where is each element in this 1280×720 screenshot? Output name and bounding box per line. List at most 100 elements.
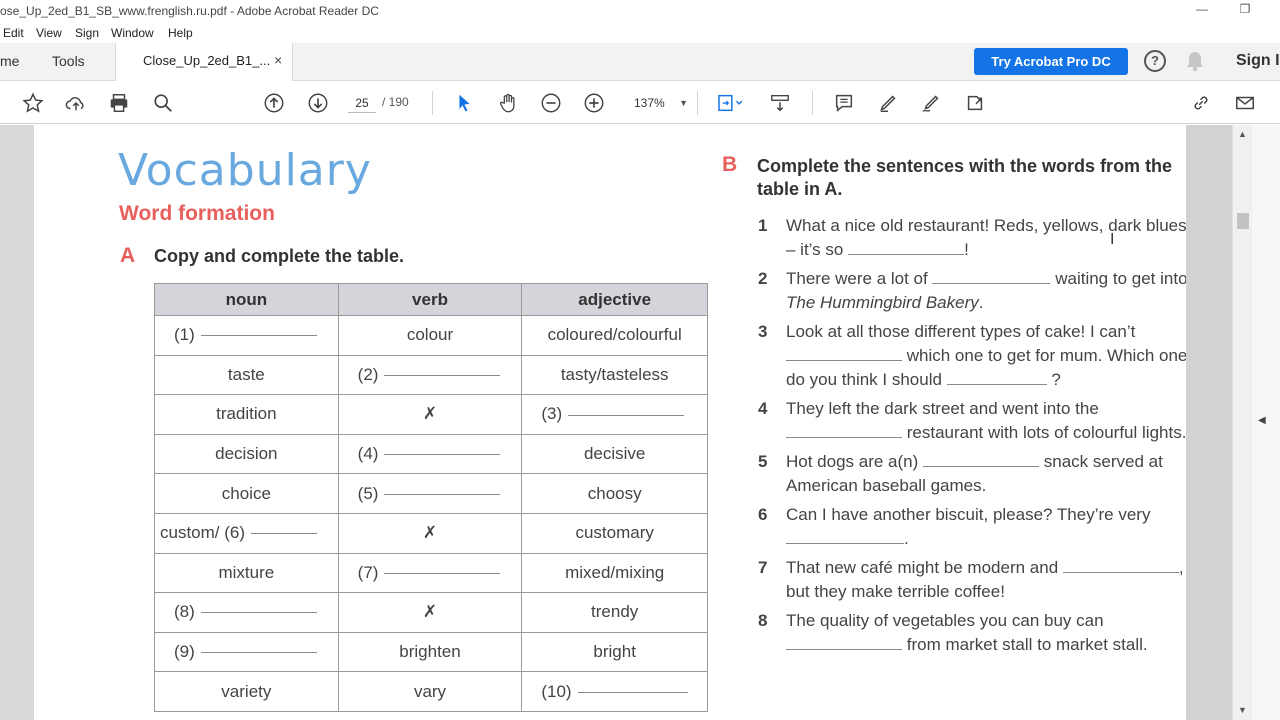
menu-help[interactable]: Help (168, 26, 193, 40)
pdf-page[interactable]: Vocabulary Word formation A Copy and com… (34, 125, 1186, 720)
table-cell: decision (154, 433, 339, 475)
list-item: 4 They left the dark street and went int… (758, 399, 1186, 442)
table-cell: taste (154, 354, 339, 396)
section-b-letter: B (722, 153, 738, 176)
scroll-down-icon[interactable]: ▼ (1238, 705, 1247, 715)
scroll-mode-icon[interactable] (767, 90, 793, 116)
zoom-out-icon[interactable] (538, 90, 564, 116)
table-row: (9) brighten bright (154, 631, 708, 673)
table-row: (1) colour coloured/colourful (154, 315, 708, 356)
minimize-button[interactable]: — (1192, 2, 1212, 16)
menu-view[interactable]: View (36, 26, 62, 40)
table-cell: (9) (154, 631, 339, 673)
table-cell: decisive (521, 433, 708, 475)
toolbar: 25 / 190 137% ▼ (0, 81, 1280, 124)
try-acrobat-pro-button[interactable]: Try Acrobat Pro DC (974, 48, 1128, 75)
sentence-list: 1 What a nice old restaurant! Reds, yell… (752, 214, 1186, 662)
link-icon[interactable] (1188, 90, 1214, 116)
table-row: choice (5) choosy (154, 473, 708, 514)
table-cell: customary (521, 512, 708, 554)
table-header: verb (337, 283, 523, 316)
table-row: taste (2) tasty/tasteless (154, 354, 708, 396)
table-cell: vary (337, 671, 523, 712)
bookmark-star-icon[interactable] (20, 90, 46, 116)
table-cell: (10) (521, 671, 708, 712)
table-cell: choice (154, 473, 339, 514)
table-cell: mixed/mixing (521, 552, 708, 594)
tab-bar: me Tools Close_Up_2ed_B1_... × Try Acrob… (0, 43, 1280, 81)
table-cell: ✗ (337, 592, 523, 633)
close-tab-icon[interactable]: × (274, 52, 282, 68)
table-cell: colour (337, 315, 523, 356)
list-item: 8 The quality of vegetables you can buy … (758, 611, 1148, 654)
list-item: 3 Look at all those different types of c… (758, 322, 1186, 389)
title-bar: ose_Up_2ed_B1_SB_www.frenglish.ru.pdf - … (0, 0, 1280, 23)
document-area[interactable]: Vocabulary Word formation A Copy and com… (0, 125, 1280, 720)
email-icon[interactable] (1232, 90, 1258, 116)
table-cell: (2) (337, 354, 523, 396)
notification-bell-icon[interactable] (1184, 49, 1206, 73)
menu-sign[interactable]: Sign (75, 26, 99, 40)
help-icon[interactable]: ? (1144, 50, 1166, 72)
restore-button[interactable]: ❐ (1235, 2, 1255, 16)
table-cell: variety (154, 671, 339, 712)
page-gutter (1186, 125, 1232, 720)
print-icon[interactable] (106, 90, 132, 116)
tab-home[interactable]: me (0, 53, 19, 69)
table-row: (8) ✗ trendy (154, 592, 708, 633)
toolbar-divider (697, 91, 698, 115)
menu-edit[interactable]: Edit (3, 26, 24, 40)
scroll-thumb[interactable] (1237, 213, 1249, 229)
table-header: noun (154, 283, 339, 316)
page-subtitle: Word formation (119, 202, 275, 225)
table-cell: tasty/tasteless (521, 354, 708, 396)
draw-sign-icon[interactable] (918, 90, 944, 116)
table-cell: (4) (337, 433, 523, 475)
tab-document-label: Close_Up_2ed_B1_... (143, 53, 271, 68)
toolbar-divider (812, 91, 813, 115)
table-row: mixture (7) mixed/mixing (154, 552, 708, 594)
collapse-arrow-icon[interactable]: ◀ (1258, 415, 1266, 426)
right-pane-toggle[interactable]: ◀ (1252, 125, 1280, 720)
vertical-scrollbar[interactable]: ▲ ▼ (1232, 125, 1252, 720)
comment-icon[interactable] (831, 90, 857, 116)
window-title: ose_Up_2ed_B1_SB_www.frenglish.ru.pdf - … (0, 4, 379, 18)
tab-tools[interactable]: Tools (52, 53, 85, 69)
list-item: 7 That new café might be modern and , bu… (758, 558, 1184, 601)
list-item: 6 Can I have another biscuit, please? Th… (758, 505, 1151, 548)
menu-bar: Edit View Sign Window Help (0, 23, 1280, 43)
menu-window[interactable]: Window (111, 26, 154, 40)
page-number-input[interactable]: 25 (348, 93, 376, 113)
sign-in-link[interactable]: Sign I (1236, 52, 1280, 70)
list-item: 2 There were a lot of waiting to get int… (758, 269, 1186, 312)
section-a-letter: A (120, 244, 136, 267)
table-cell: ✗ (337, 394, 523, 435)
table-row: custom/ (6) ✗ customary (154, 512, 708, 554)
page-total: / 190 (382, 95, 409, 109)
upload-cloud-icon[interactable] (63, 90, 89, 116)
toolbar-divider (432, 91, 433, 115)
scroll-up-icon[interactable]: ▲ (1238, 129, 1247, 139)
next-page-icon[interactable] (305, 90, 331, 116)
table-cell: bright (521, 631, 708, 673)
search-icon[interactable] (150, 90, 176, 116)
share-edit-icon[interactable] (962, 90, 988, 116)
table-cell: tradition (154, 394, 339, 435)
previous-page-icon[interactable] (261, 90, 287, 116)
hand-tool-icon[interactable] (495, 90, 521, 116)
table-cell: ✗ (337, 512, 523, 554)
table-cell: custom/ (6) (154, 512, 339, 554)
text-cursor-icon: I (1110, 231, 1115, 248)
highlight-pen-icon[interactable] (875, 90, 901, 116)
zoom-in-icon[interactable] (581, 90, 607, 116)
zoom-select[interactable]: 137% ▼ (628, 93, 690, 113)
word-formation-table: noun verb adjective (1) colour coloured/… (154, 283, 708, 712)
select-cursor-icon[interactable] (451, 90, 477, 116)
table-cell: choosy (521, 473, 708, 514)
tab-document[interactable]: Close_Up_2ed_B1_... × (115, 43, 293, 81)
table-cell: (7) (337, 552, 523, 594)
section-a-instruction: Copy and complete the table. (154, 246, 405, 266)
fit-page-icon[interactable] (712, 90, 748, 116)
table-row: tradition ✗ (3) (154, 394, 708, 435)
table-cell: (5) (337, 473, 523, 514)
